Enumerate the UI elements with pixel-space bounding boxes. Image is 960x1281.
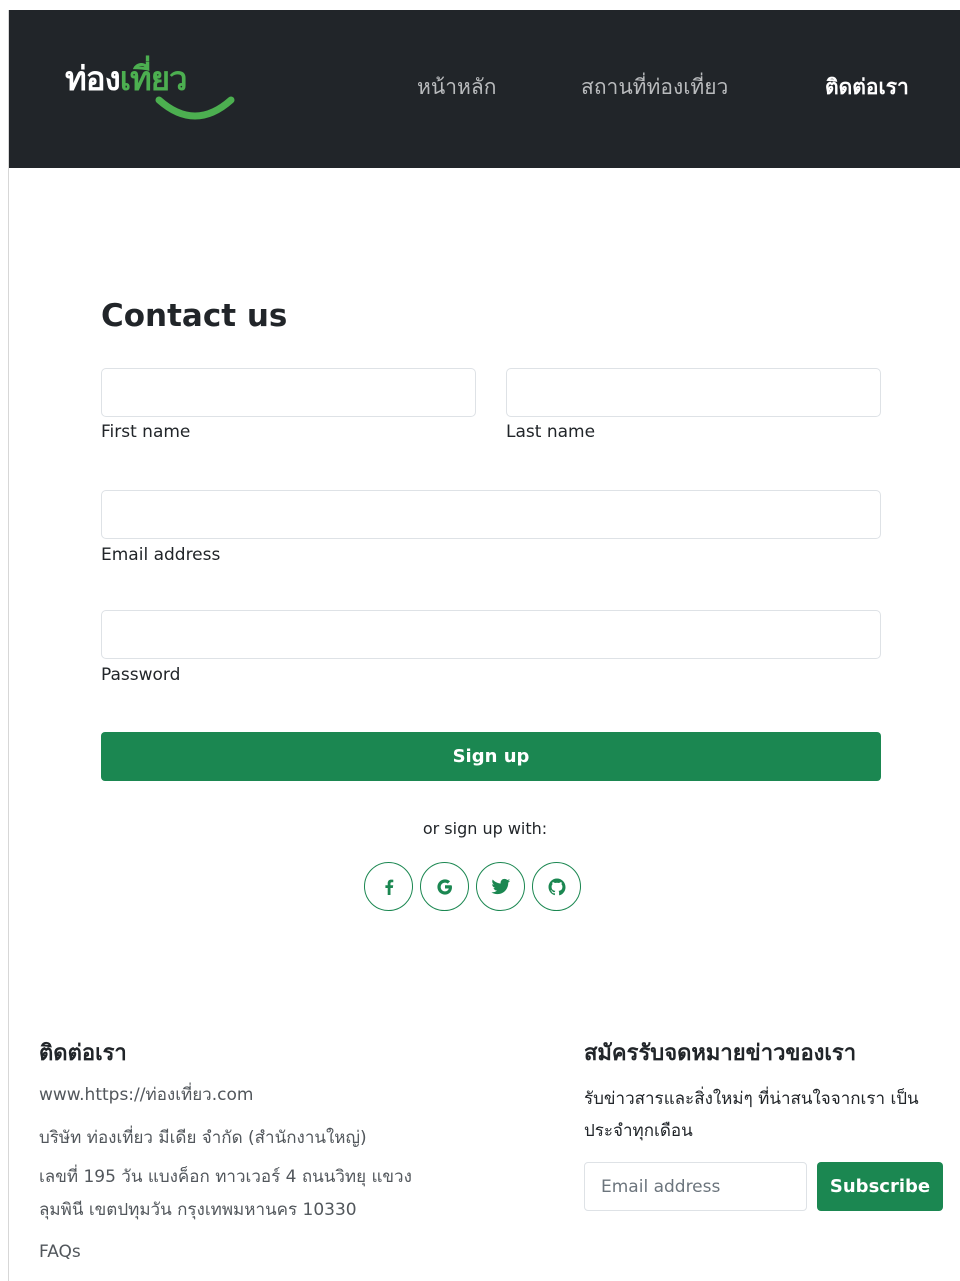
- footer-website-link[interactable]: www.https://ท่องเที่ยว.com: [39, 1084, 253, 1106]
- brand-text-green: เที่ยว: [119, 59, 188, 98]
- nav-link-home[interactable]: หน้าหลัก: [417, 74, 496, 100]
- footer-contact-heading: ติดต่อเรา: [39, 1041, 127, 1066]
- page: ท่องเที่ยว หน้าหลัก สถานที่ท่องเที่ยว ติ…: [8, 10, 960, 1281]
- brand-text-dark: ท่อง: [65, 59, 121, 98]
- github-button[interactable]: [532, 862, 581, 911]
- social-signup-prompt: or sign up with:: [422, 819, 548, 838]
- first-name-input[interactable]: [101, 368, 476, 417]
- first-name-label: First name: [101, 422, 191, 442]
- smile-icon: [155, 96, 235, 120]
- email-label: Email address: [101, 545, 221, 565]
- subscribe-button[interactable]: Subscribe: [817, 1162, 943, 1211]
- google-icon: [436, 878, 452, 895]
- google-button[interactable]: [420, 862, 469, 911]
- email-input[interactable]: [101, 490, 881, 539]
- social-buttons: [364, 862, 581, 916]
- password-label: Password: [101, 665, 181, 685]
- footer-newsletter-description: รับข่าวสารและสิ่งใหม่ๆ ที่น่าสนใจจากเรา …: [584, 1089, 919, 1141]
- twitter-icon: [490, 878, 510, 894]
- footer-address-line1: เลขที่ 195 วัน แบงค็อก ทาวเวอร์ 4 ถนนวิท…: [39, 1167, 412, 1187]
- nav-link-contact[interactable]: ติดต่อเรา: [825, 74, 909, 100]
- page-title: Contact us: [101, 298, 288, 334]
- facebook-icon: [384, 879, 393, 895]
- facebook-button[interactable]: [364, 862, 413, 911]
- newsletter-email-input[interactable]: [584, 1162, 807, 1211]
- footer-company-name: บริษัท ท่องเที่ยว มีเดีย จำกัด (สำนักงาน…: [39, 1128, 367, 1148]
- footer-faq-link[interactable]: FAQs: [39, 1241, 81, 1263]
- sign-up-button[interactable]: Sign up: [101, 732, 881, 781]
- brand-logo[interactable]: ท่องเที่ยว: [65, 59, 235, 132]
- twitter-button[interactable]: [476, 862, 525, 911]
- password-input[interactable]: [101, 610, 881, 659]
- nav-link-places[interactable]: สถานที่ท่องเที่ยว: [581, 74, 728, 100]
- navbar: ท่องเที่ยว หน้าหลัก สถานที่ท่องเที่ยว ติ…: [9, 10, 960, 168]
- github-icon: [548, 878, 565, 895]
- footer-newsletter-heading: สมัครรับจดหมายข่าวของเรา: [584, 1041, 857, 1066]
- last-name-label: Last name: [506, 422, 596, 442]
- footer-address-line2: ลุมพินี เขตปทุมวัน กรุงเทพมหานคร 10330: [39, 1200, 357, 1220]
- last-name-input[interactable]: [506, 368, 881, 417]
